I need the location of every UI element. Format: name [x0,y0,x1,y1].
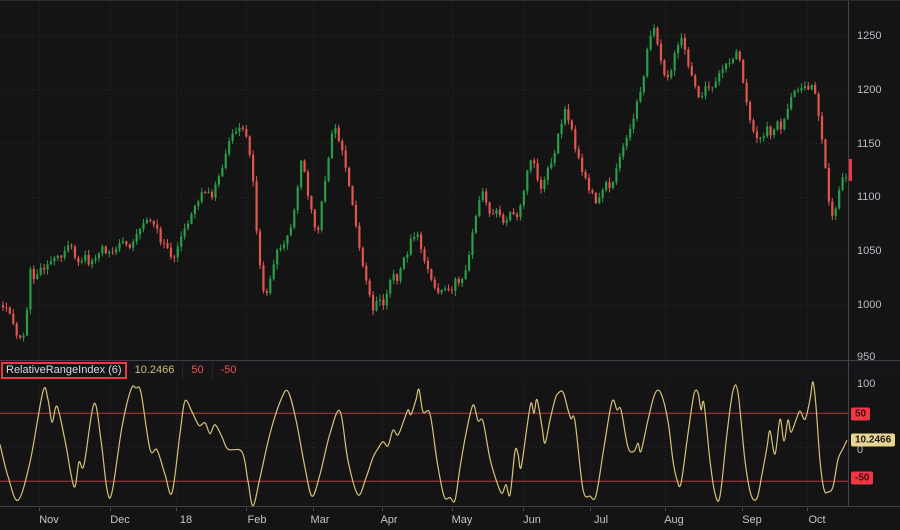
time-tick-label: Oct [808,514,825,526]
price-pane[interactable] [0,1,848,360]
indicator-line [0,382,847,506]
indicator-pane[interactable] [0,379,848,509]
indicator-legend-row: RelativeRangeIndex (6) 10.2466 50 -50 [0,360,900,380]
last-price-marker [849,159,852,181]
time-tick-label: Jul [594,514,608,526]
indicator-level-50: 50 [182,362,211,379]
indicator-name-button[interactable]: RelativeRangeIndex (6) [1,362,127,379]
time-tick-label: Mar [311,514,330,526]
indicator-value: 10.2466 [127,362,183,379]
price-tick-label: 1000 [857,299,881,311]
indicator-level-minus-50: -50 [212,362,245,379]
indicator-legend: RelativeRangeIndex (6) 10.2466 50 -50 [0,362,245,379]
time-tick-label: Jun [523,514,541,526]
chart-window: RelativeRangeIndex (6) 10.2466 50 -50 10… [0,0,900,530]
price-tick-label: 1150 [857,138,881,150]
time-tick-label: Sep [742,514,762,526]
time-tick-label: 18 [180,514,192,526]
time-tick-label: Feb [248,514,267,526]
price-axis[interactable]: 100 0 50 10.2466 -50 1250120011501100105… [848,1,900,506]
indicator-value-badge: 10.2466 [851,434,895,447]
indicator-level-up-badge: 50 [851,408,870,421]
indicator-level-down-badge: -50 [851,472,873,485]
price-tick-label: 1100 [857,191,881,203]
price-tick-label: 1050 [857,245,881,257]
time-axis[interactable]: Nov Dec 18 Feb Mar Apr May Jun Jul Aug Sep Oct [0,506,900,530]
time-tick-label: Nov [39,514,59,526]
time-tick-label: Apr [380,514,397,526]
candles-layer [2,24,847,341]
price-tick-label: 1200 [857,84,881,96]
price-tick-label: 1250 [857,30,881,42]
price-tick-label: 950 [857,351,875,363]
time-tick-label: Dec [110,514,130,526]
time-tick-label: May [452,514,473,526]
price-grid [0,1,848,360]
time-tick-label: Aug [664,514,684,526]
indicator-axis-100-label: 100 [857,378,875,390]
